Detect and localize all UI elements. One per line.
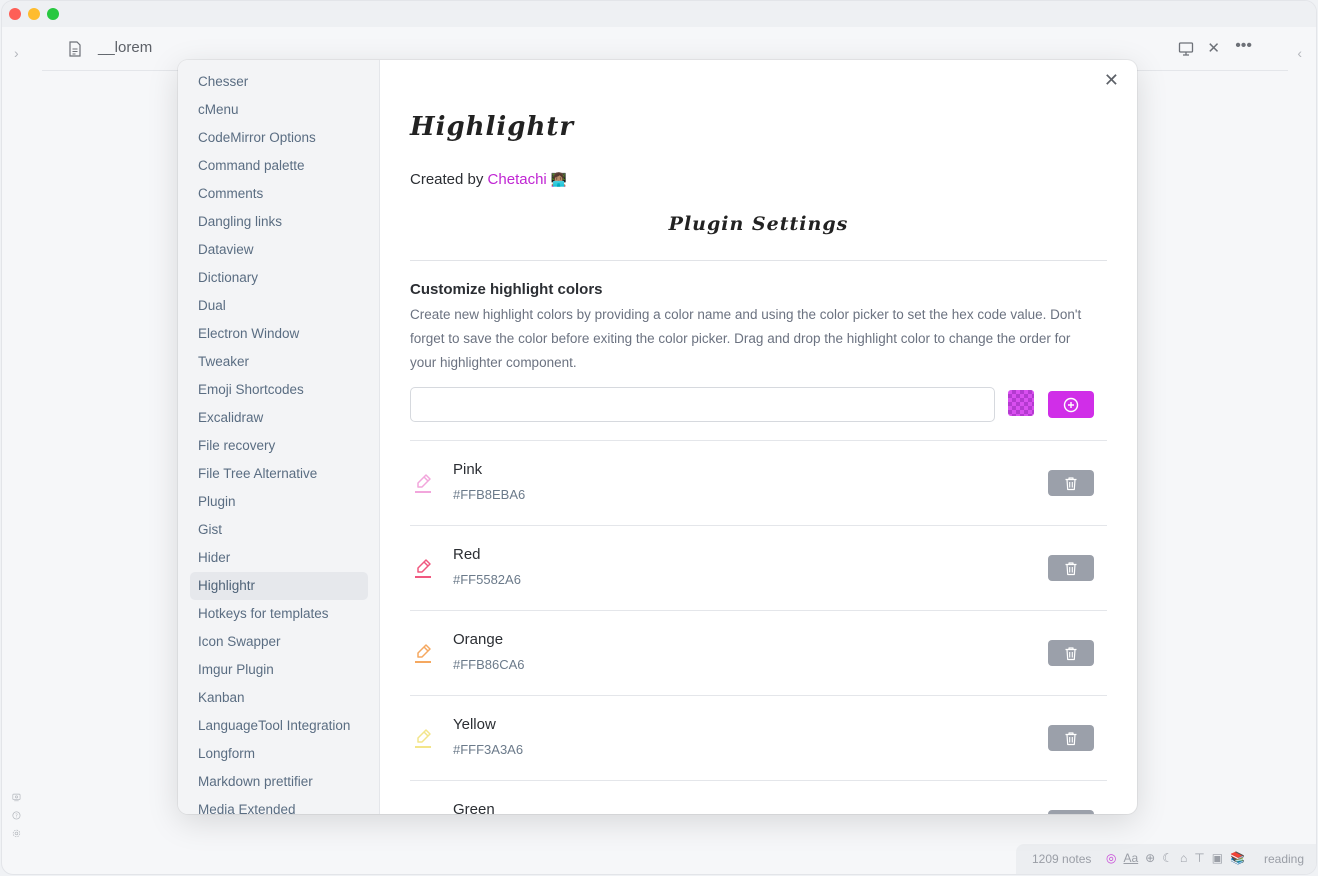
sidebar-item-excalidraw[interactable]: Excalidraw: [190, 404, 368, 432]
minimize-window-button[interactable]: [28, 8, 40, 20]
color-hex: #FFB8EBA6: [453, 487, 526, 502]
color-picker-swatch[interactable]: [1008, 390, 1034, 416]
sidebar-item-command-palette[interactable]: Command palette: [190, 152, 368, 180]
color-row[interactable]: Red #FF5582A6: [410, 525, 1107, 610]
sidebar-item-hider[interactable]: Hider: [190, 544, 368, 572]
plugin-settings-content: Highlightr Created by Chetachi 👩🏽‍💻 Plug…: [410, 60, 1107, 814]
close-window-button[interactable]: [9, 8, 21, 20]
paint-roller-icon[interactable]: ⊤: [1194, 851, 1204, 865]
sidebar-item-chesser[interactable]: Chesser: [190, 68, 368, 96]
help-icon[interactable]: ?: [12, 811, 21, 820]
svg-text:?: ?: [15, 813, 18, 819]
sidebar-item-codemirror-options[interactable]: CodeMirror Options: [190, 124, 368, 152]
color-name-input[interactable]: [410, 387, 995, 422]
author-link[interactable]: Chetachi: [488, 171, 547, 188]
reading-mode-label[interactable]: reading: [1264, 852, 1304, 866]
sidebar-item-file-tree-alternative[interactable]: File Tree Alternative: [190, 460, 368, 488]
color-name: Red: [453, 546, 481, 563]
delete-color-button[interactable]: [1048, 725, 1094, 751]
delete-color-button[interactable]: [1048, 640, 1094, 666]
sidebar-item-kanban[interactable]: Kanban: [190, 684, 368, 712]
monitor-icon[interactable]: [1178, 41, 1194, 57]
color-name: Orange: [453, 631, 504, 648]
sidebar-item-gist[interactable]: Gist: [190, 516, 368, 544]
sidebar-item-plugin[interactable]: Plugin: [190, 488, 368, 516]
delete-color-button[interactable]: [1048, 470, 1094, 496]
color-name: Green: [453, 801, 495, 814]
trash-icon: [1065, 646, 1077, 660]
settings-sidebar: Chesser cMenu CodeMirror Options Command pa…: [178, 60, 380, 814]
file-icon: [69, 41, 81, 57]
sidebar-item-file-recovery[interactable]: File recovery: [190, 432, 368, 460]
plugin-logo: Highlightr: [410, 112, 575, 142]
section-title: Customize highlight colors: [410, 281, 603, 298]
stack-icon[interactable]: ⌂: [1180, 851, 1187, 865]
author-emoji: 👩🏽‍💻: [550, 172, 568, 187]
color-row[interactable]: Orange #FFB86CA6: [410, 610, 1107, 695]
sidebar-item-tweaker[interactable]: Tweaker: [190, 348, 368, 376]
sidebar-item-dictionary[interactable]: Dictionary: [190, 264, 368, 292]
highlighter-icon: [415, 644, 431, 663]
add-circle-icon[interactable]: ⊕: [1145, 851, 1155, 865]
color-row[interactable]: Yellow #FFF3A3A6: [410, 695, 1107, 780]
sidebar-item-dataview[interactable]: Dataview: [190, 236, 368, 264]
highlighter-icon: [415, 559, 431, 578]
created-by-line: Created by Chetachi 👩🏽‍💻: [410, 171, 567, 188]
books-icon: 📚: [1230, 851, 1245, 865]
plus-circle-icon: [1063, 397, 1079, 412]
highlight-target-icon[interactable]: ◎: [1106, 851, 1116, 865]
sidebar-item-highlightr[interactable]: Highlightr: [190, 572, 368, 600]
trash-icon: [1065, 561, 1077, 575]
delete-color-button[interactable]: [1048, 555, 1094, 581]
delete-color-button[interactable]: [1048, 810, 1094, 814]
dark-mode-moon-icon[interactable]: ☾: [1162, 851, 1173, 865]
sidebar-item-cmenu[interactable]: cMenu: [190, 96, 368, 124]
sidebar-item-markdown-prettifier[interactable]: Markdown prettifier: [190, 768, 368, 796]
section-description: Create new highlight colors by providing…: [410, 307, 1082, 370]
sidebar-item-icon-swapper[interactable]: Icon Swapper: [190, 628, 368, 656]
sidebar-item-electron-window[interactable]: Electron Window: [190, 320, 368, 348]
settings-heading: Plugin Settings: [668, 213, 849, 235]
status-bar: 1209 notes ◎ Aa ⊕ ☾ ⌂ ⊤ ▣ 📚 reading: [1016, 844, 1316, 874]
sidebar-item-imgur-plugin[interactable]: Imgur Plugin: [190, 656, 368, 684]
highlighter-icon: [415, 729, 431, 748]
color-hex: #FFB86CA6: [453, 657, 525, 672]
color-hex: #FFF3A3A6: [453, 742, 524, 757]
color-name: Yellow: [453, 716, 496, 733]
sidebar-item-longform[interactable]: Longform: [190, 740, 368, 768]
settings-modal: Chesser cMenu CodeMirror Options Command pa…: [178, 60, 1137, 814]
vault-icon[interactable]: [12, 793, 21, 802]
maximize-window-button[interactable]: [47, 8, 59, 20]
color-row[interactable]: Pink #FFB8EBA6: [410, 440, 1107, 525]
title-bar: [2, 1, 1316, 27]
color-row[interactable]: Green: [410, 780, 1107, 814]
sidebar-item-media-extended[interactable]: Media Extended: [190, 796, 368, 814]
font-size-icon[interactable]: Aa: [1123, 851, 1138, 865]
sidebar-item-languagetool-integration[interactable]: LanguageTool Integration: [190, 712, 368, 740]
sidebar-item-dual[interactable]: Dual: [190, 292, 368, 320]
tab-title[interactable]: __lorem: [98, 39, 152, 56]
sidebar-item-hotkeys-for-templates[interactable]: Hotkeys for templates: [190, 600, 368, 628]
highlighter-icon: [414, 813, 432, 814]
left-ribbon-bottom: ?: [12, 789, 21, 843]
color-hex: #FF5582A6: [453, 572, 521, 587]
sidebar-item-emoji-shortcodes[interactable]: Emoji Shortcodes: [190, 376, 368, 404]
sidebar-item-comments[interactable]: Comments: [190, 180, 368, 208]
trash-icon: [1065, 731, 1077, 745]
settings-gear-icon[interactable]: [12, 829, 21, 838]
notes-count: 1209 notes: [1032, 852, 1092, 866]
layout-icon[interactable]: ▣: [1212, 851, 1223, 865]
highlighter-icon: [415, 474, 431, 493]
add-color-button[interactable]: [1048, 391, 1094, 418]
close-tab-icon[interactable]: ✕: [1207, 41, 1220, 57]
created-by-prefix: Created by: [410, 171, 488, 188]
trash-icon: [1065, 476, 1077, 490]
expand-sidebar-chevron-icon[interactable]: ›: [14, 45, 19, 61]
more-options-icon[interactable]: •••: [1235, 38, 1252, 54]
sidebar-item-dangling-links[interactable]: Dangling links: [190, 208, 368, 236]
color-name: Pink: [453, 461, 483, 478]
collapse-right-sidebar-chevron-icon[interactable]: ‹: [1297, 45, 1302, 61]
heading-divider: [410, 260, 1107, 261]
